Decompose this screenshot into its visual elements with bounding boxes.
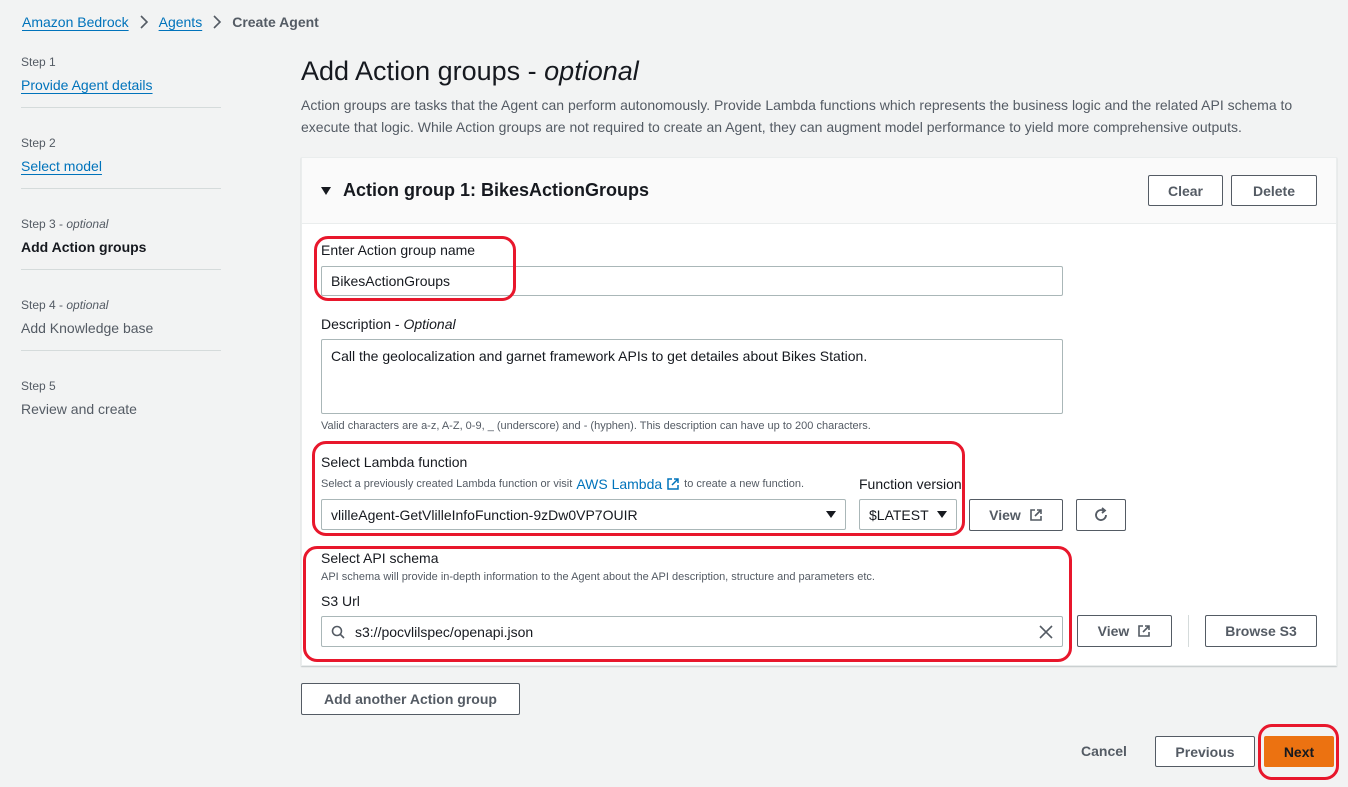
- refresh-icon: [1095, 507, 1107, 521]
- external-link-icon: [667, 478, 679, 490]
- chevron-right-icon: [140, 15, 148, 29]
- description-textarea[interactable]: Call the geolocalization and garnet fram…: [321, 339, 1063, 414]
- action-group-name-value: BikesActionGroups: [331, 273, 451, 289]
- clear-x-icon[interactable]: [1039, 624, 1053, 639]
- s3-url-label: S3 Url: [321, 593, 360, 609]
- wizard-steps: Step 1 Provide Agent details Step 2 Sele…: [21, 55, 221, 454]
- step-link-agent-details[interactable]: Provide Agent details: [21, 77, 153, 93]
- add-another-action-group-button[interactable]: Add another Action group: [301, 683, 520, 715]
- view-lambda-button[interactable]: View: [969, 499, 1063, 531]
- view-s3-button[interactable]: View: [1077, 615, 1172, 647]
- step-1: Step 1 Provide Agent details: [21, 55, 221, 130]
- caret-down-icon: [937, 511, 947, 518]
- action-group-name-label: Enter Action group name: [321, 242, 476, 258]
- view-s3-label: View: [1097, 623, 1130, 639]
- step-review-create: Review and create: [21, 401, 137, 417]
- lambda-function-label: Select Lambda function: [321, 454, 468, 470]
- step-4: Step 4 - optional Add Knowledge base: [21, 298, 221, 373]
- cancel-button[interactable]: Cancel: [1081, 743, 1127, 759]
- step-link-select-model[interactable]: Select model: [21, 158, 102, 174]
- breadcrumb-agents[interactable]: Agents: [159, 14, 203, 30]
- page-description: Action groups are tasks that the Agent c…: [301, 97, 1293, 135]
- button-divider: [1188, 615, 1189, 647]
- step-divider: [21, 269, 221, 270]
- function-version-label: Function version: [859, 476, 962, 492]
- step-number: Step 1: [21, 55, 56, 69]
- step-2: Step 2 Select model: [21, 136, 221, 211]
- step-current-action-groups: Add Action groups: [21, 239, 147, 255]
- view-lambda-label: View: [989, 507, 1021, 523]
- lambda-function-hint: Select a previously created Lambda funct…: [321, 476, 805, 492]
- step-divider: [21, 107, 221, 108]
- breadcrumb-amazon-bedrock[interactable]: Amazon Bedrock: [22, 14, 129, 30]
- step-number: Step 5: [21, 379, 56, 393]
- browse-s3-button[interactable]: Browse S3: [1205, 615, 1317, 647]
- s3-url-value: s3://pocvlilspec/openapi.json: [355, 623, 534, 640]
- delete-button[interactable]: Delete: [1231, 175, 1317, 206]
- action-group-toggle[interactable]: Action group 1: BikesActionGroups: [321, 180, 649, 201]
- step-5: Step 5 Review and create: [21, 379, 221, 454]
- previous-button[interactable]: Previous: [1155, 736, 1255, 767]
- step-3: Step 3 - optional Add Action groups: [21, 217, 221, 292]
- aws-lambda-link[interactable]: AWS Lambda: [576, 476, 662, 492]
- refresh-button[interactable]: [1076, 499, 1126, 531]
- action-group-title: Action group 1: BikesActionGroups: [343, 180, 650, 200]
- lambda-function-value: vlilleAgent-GetVlilleInfoFunction-9zDw0V…: [331, 506, 638, 523]
- function-version-select[interactable]: $LATEST: [859, 499, 957, 530]
- clear-button[interactable]: Clear: [1148, 175, 1223, 206]
- breadcrumb-current: Create Agent: [232, 14, 319, 30]
- s3-url-input[interactable]: s3://pocvlilspec/openapi.json: [321, 616, 1063, 647]
- lambda-function-select[interactable]: vlilleAgent-GetVlilleInfoFunction-9zDw0V…: [321, 499, 846, 530]
- caret-down-icon: [321, 186, 331, 195]
- description-label: Description - Optional: [321, 316, 456, 332]
- search-icon: [331, 625, 345, 639]
- action-group-header: Action group 1: BikesActionGroups Clear …: [302, 158, 1336, 224]
- breadcrumb: Amazon Bedrock Agents Create Agent: [22, 14, 319, 30]
- action-group-name-input[interactable]: BikesActionGroups: [321, 266, 1063, 296]
- caret-down-icon: [826, 511, 836, 518]
- chevron-right-icon: [213, 15, 222, 29]
- description-hint: Valid characters are a-z, A-Z, 0-9, _ (u…: [321, 420, 871, 432]
- api-schema-hint: API schema will provide in-depth informa…: [321, 571, 875, 583]
- step-number: Step 4 - optional: [21, 298, 109, 312]
- step-knowledge-base: Add Knowledge base: [21, 320, 154, 336]
- step-number: Step 3 - optional: [21, 217, 109, 231]
- page-title: Add Action groups - optional: [301, 56, 639, 86]
- function-version-value: $LATEST: [869, 506, 929, 523]
- description-value: Call the geolocalization and garnet fram…: [331, 348, 868, 364]
- step-divider: [21, 188, 221, 189]
- api-schema-label: Select API schema: [321, 550, 439, 566]
- step-divider: [21, 350, 221, 351]
- external-link-icon: [1030, 509, 1042, 521]
- step-number: Step 2: [21, 136, 56, 150]
- external-link-icon: [1138, 625, 1151, 637]
- next-button[interactable]: Next: [1264, 736, 1334, 767]
